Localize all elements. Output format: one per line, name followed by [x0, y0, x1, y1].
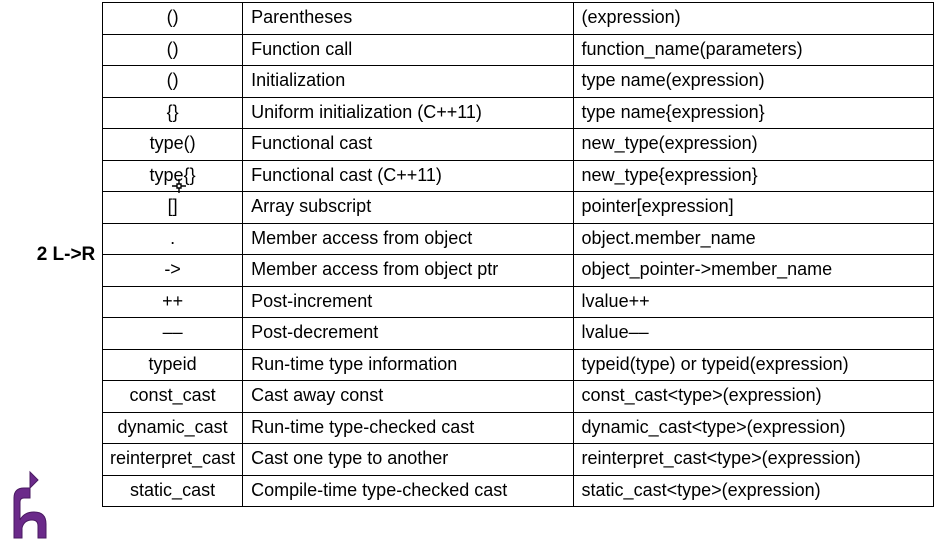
- description-cell: Run-time type-checked cast: [243, 412, 573, 444]
- pattern-cell: dynamic_cast<type>(expression): [573, 412, 933, 444]
- table-row: type{}Functional cast (C++11)new_type{ex…: [103, 160, 934, 192]
- logo-icon: [4, 470, 60, 540]
- table-row: dynamic_castRun-time type-checked castdy…: [103, 412, 934, 444]
- operator-cell: (): [103, 66, 243, 98]
- operator-cell: ->: [103, 255, 243, 287]
- pattern-cell: type name{expression}: [573, 97, 933, 129]
- operator-cell: type(): [103, 129, 243, 161]
- operator-cell: {}: [103, 97, 243, 129]
- operator-cell: ––: [103, 318, 243, 350]
- precedence-group-label: 2 L->R: [30, 2, 102, 507]
- operator-cell: reinterpret_cast: [103, 444, 243, 476]
- operator-cell: const_cast: [103, 381, 243, 413]
- table-row: ->Member access from object ptrobject_po…: [103, 255, 934, 287]
- pattern-cell: reinterpret_cast<type>(expression): [573, 444, 933, 476]
- table-row: type()Functional castnew_type(expression…: [103, 129, 934, 161]
- table-row: {}Uniform initialization (C++11)type nam…: [103, 97, 934, 129]
- operator-cell: dynamic_cast: [103, 412, 243, 444]
- description-cell: Post-increment: [243, 286, 573, 318]
- description-cell: Functional cast (C++11): [243, 160, 573, 192]
- description-cell: Cast one type to another: [243, 444, 573, 476]
- description-cell: Parentheses: [243, 3, 573, 35]
- table-row: typeidRun-time type informationtypeid(ty…: [103, 349, 934, 381]
- description-cell: Member access from object ptr: [243, 255, 573, 287]
- description-cell: Compile-time type-checked cast: [243, 475, 573, 507]
- table-row: ()Function callfunction_name(parameters): [103, 34, 934, 66]
- operator-cell: type{}: [103, 160, 243, 192]
- pattern-cell: type name(expression): [573, 66, 933, 98]
- pattern-cell: pointer[expression]: [573, 192, 933, 224]
- table-row: ++Post-incrementlvalue++: [103, 286, 934, 318]
- pattern-cell: const_cast<type>(expression): [573, 381, 933, 413]
- operator-cell: static_cast: [103, 475, 243, 507]
- operator-cell: ++: [103, 286, 243, 318]
- table-row: static_castCompile-time type-checked cas…: [103, 475, 934, 507]
- description-cell: Uniform initialization (C++11): [243, 97, 573, 129]
- pattern-cell: object_pointer->member_name: [573, 255, 933, 287]
- pattern-cell: new_type(expression): [573, 129, 933, 161]
- table-row: []Array subscriptpointer[expression]: [103, 192, 934, 224]
- description-cell: Functional cast: [243, 129, 573, 161]
- page-container: 2 L->R ()Parentheses(expression)()Functi…: [0, 0, 947, 507]
- pattern-cell: (expression): [573, 3, 933, 35]
- pattern-cell: new_type{expression}: [573, 160, 933, 192]
- pattern-cell: object.member_name: [573, 223, 933, 255]
- description-cell: Initialization: [243, 66, 573, 98]
- description-cell: Cast away const: [243, 381, 573, 413]
- pattern-cell: lvalue––: [573, 318, 933, 350]
- operator-table: ()Parentheses(expression)()Function call…: [102, 2, 934, 507]
- operator-cell: .: [103, 223, 243, 255]
- table-row: ()Parentheses(expression): [103, 3, 934, 35]
- table-row: .Member access from objectobject.member_…: [103, 223, 934, 255]
- operator-table-body: ()Parentheses(expression)()Function call…: [103, 3, 934, 507]
- pattern-cell: static_cast<type>(expression): [573, 475, 933, 507]
- operator-cell: typeid: [103, 349, 243, 381]
- operator-cell: []: [103, 192, 243, 224]
- operator-cell: (): [103, 34, 243, 66]
- pattern-cell: function_name(parameters): [573, 34, 933, 66]
- description-cell: Array subscript: [243, 192, 573, 224]
- pattern-cell: lvalue++: [573, 286, 933, 318]
- table-row: reinterpret_castCast one type to another…: [103, 444, 934, 476]
- table-row: ––Post-decrementlvalue––: [103, 318, 934, 350]
- operator-cell: (): [103, 3, 243, 35]
- table-row: const_castCast away constconst_cast<type…: [103, 381, 934, 413]
- pattern-cell: typeid(type) or typeid(expression): [573, 349, 933, 381]
- description-cell: Member access from object: [243, 223, 573, 255]
- table-row: ()Initializationtype name(expression): [103, 66, 934, 98]
- description-cell: Run-time type information: [243, 349, 573, 381]
- description-cell: Post-decrement: [243, 318, 573, 350]
- description-cell: Function call: [243, 34, 573, 66]
